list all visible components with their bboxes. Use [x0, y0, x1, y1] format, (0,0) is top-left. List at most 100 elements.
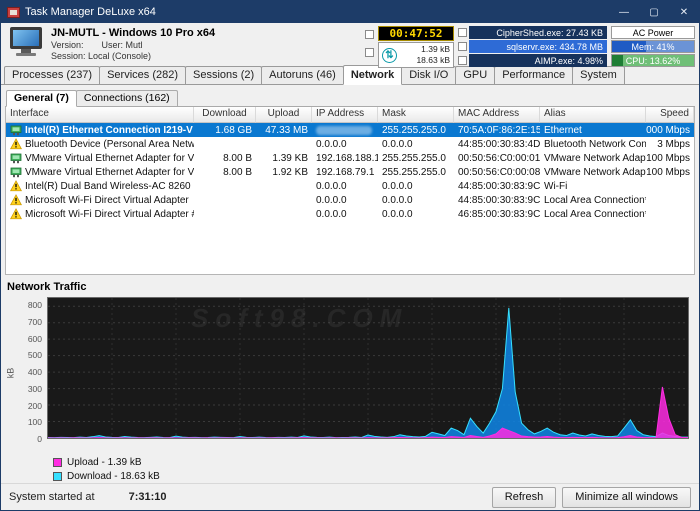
tab-system[interactable]: System	[572, 66, 625, 84]
column-header-alias[interactable]: Alias	[540, 107, 646, 123]
sub-tab-bar: General (7) Connections (162)	[5, 88, 695, 107]
tab-network[interactable]: Network	[342, 65, 403, 85]
user-label: User: Mutl	[101, 40, 143, 50]
tab-disk-i-o[interactable]: Disk I/O	[401, 66, 457, 84]
tab-autoruns-46[interactable]: Autoruns (46)	[261, 66, 344, 84]
cell-mac-address: 44:85:00:30:83:9C	[458, 194, 540, 206]
network-speed-widget: ⇅ 1.39 kB 18.63 kB	[378, 42, 454, 68]
chart-plot-area	[47, 297, 689, 439]
cell-mac-address: 46:85:00:30:83:9C	[458, 208, 540, 220]
cell-upload	[256, 207, 312, 221]
system-info: JN-MUTL - Windows 10 Pro x64 Version: Use…	[51, 26, 215, 64]
cell-ip-address: 0.0.0.0	[316, 180, 347, 192]
power-status: AC Power	[611, 26, 695, 39]
cell-mac-address: 44:85:00:30:83:9C	[458, 180, 540, 192]
column-header-interface[interactable]: Interface	[6, 107, 194, 123]
y-axis-ticks: 0 100 200 300 400 500 600 700 800	[15, 297, 45, 444]
cell-mask: 255.255.255.0	[382, 124, 446, 136]
table-row[interactable]: VMware Virtual Ethernet Adapter for VMne…	[6, 151, 694, 165]
cell-alias: VMware Network Adapte...	[544, 152, 646, 164]
table-row[interactable]: Bluetooth Device (Personal Area Network)…	[6, 137, 694, 151]
cell-download	[194, 207, 256, 221]
column-header-speed[interactable]: Speed	[646, 107, 694, 123]
cell-ip-address	[312, 123, 378, 137]
cell-alias: VMware Network Adapte...	[544, 166, 646, 178]
top-cpu-checkbox[interactable]	[458, 56, 467, 65]
cell-mac-address: 00:50:56:C0:00:01	[458, 152, 540, 164]
top-disk-process: CipherShed.exe: 27.43 KB	[469, 26, 607, 39]
column-header-mask[interactable]: Mask	[378, 107, 454, 123]
uptime-timer: 00:47:52	[378, 26, 454, 41]
cell-download: 1.68 GB	[215, 124, 252, 136]
top-mem-checkbox[interactable]	[458, 42, 467, 51]
cell-ip-address: 0.0.0.0	[316, 194, 347, 206]
y-tick-label: 700	[27, 317, 42, 328]
cell-ip-address: 0.0.0.0	[316, 208, 347, 220]
minimize-button[interactable]: —	[609, 1, 639, 23]
tab-sessions-2[interactable]: Sessions (2)	[185, 66, 263, 84]
table-row[interactable]: VMware Virtual Ethernet Adapter for VMne…	[6, 165, 694, 179]
column-header-mac-address[interactable]: MAC Address	[454, 107, 540, 123]
cell-interface: VMware Virtual Ethernet Adapter for VMne…	[6, 165, 194, 179]
app-icon	[7, 6, 20, 18]
cell-upload	[256, 193, 312, 207]
y-tick-label: 200	[27, 400, 42, 411]
network-adapter-icon	[10, 152, 22, 164]
app-window: Task Manager DeLuxe x64 — ▢ ✕ JN-MUTL - …	[0, 0, 700, 511]
y-tick-label: 0	[37, 434, 42, 444]
table-row[interactable]: Microsoft Wi-Fi Direct Virtual Adapter #…	[6, 207, 694, 221]
cell-upload	[256, 179, 312, 193]
subtab-connections-162[interactable]: Connections (162)	[75, 90, 178, 106]
globe-arrows-icon: ⇅	[382, 47, 397, 63]
column-header-upload[interactable]: Upload	[256, 107, 312, 123]
warning-icon	[10, 138, 22, 150]
tab-gpu[interactable]: GPU	[455, 66, 496, 84]
y-tick-label: 400	[27, 367, 42, 378]
close-button[interactable]: ✕	[669, 1, 699, 23]
y-axis-label: kB	[5, 367, 16, 379]
cell-ip-address: 192.168.188.1	[316, 152, 378, 164]
top-cpu-process: AIMP.exe: 4.98%	[469, 54, 607, 67]
cell-mask: 0.0.0.0	[382, 138, 413, 150]
cell-download: 8.00 B	[223, 152, 252, 164]
uptime-checkbox[interactable]	[365, 30, 374, 39]
status-bar: System started at 7:31:10 Refresh Minimi…	[1, 483, 699, 510]
net-upload-value: 1.39 kB	[421, 44, 450, 54]
cell-speed: 100 Mbps	[646, 166, 690, 178]
tab-processes-237[interactable]: Processes (237)	[4, 66, 101, 84]
warning-icon	[10, 194, 22, 206]
traffic-section-title: Network Traffic	[7, 281, 87, 293]
table-row[interactable]: Microsoft Wi-Fi Direct Virtual Adapter 0.…	[6, 193, 694, 207]
subtab-general-7[interactable]: General (7)	[6, 90, 77, 107]
top-disk-checkbox[interactable]	[458, 28, 467, 37]
maximize-button[interactable]: ▢	[639, 1, 669, 23]
cell-speed: 100 Mbps	[646, 152, 690, 164]
warning-icon	[10, 180, 22, 192]
cell-alias: Bluetooth Network Conn...	[544, 138, 646, 150]
table-row[interactable]: Intel(R) Dual Band Wireless-AC 8260 0.0.0…	[6, 179, 694, 193]
table-row[interactable]: Intel(R) Ethernet Connection I219-V 1.68 …	[6, 123, 694, 137]
column-header-ip-address[interactable]: IP Address	[312, 107, 378, 123]
minimize-all-windows-button[interactable]: Minimize all windows	[562, 486, 691, 508]
network-adapter-icon	[10, 166, 22, 178]
cell-mask: 0.0.0.0	[382, 180, 413, 192]
cell-interface: Microsoft Wi-Fi Direct Virtual Adapter	[6, 193, 194, 207]
cell-mask: 255.255.255.0	[382, 152, 446, 164]
cell-alias: Local Area Connection* 10	[544, 208, 646, 220]
cell-interface: Intel(R) Ethernet Connection I219-V	[6, 123, 194, 137]
refresh-button[interactable]: Refresh	[491, 486, 557, 508]
column-header-download[interactable]: Download	[194, 107, 256, 123]
tab-services-282[interactable]: Services (282)	[99, 66, 187, 84]
top-memory-process: sqlservr.exe: 434.78 MB	[469, 40, 607, 53]
legend-swatch	[53, 471, 62, 481]
system-started-label: System started at	[9, 491, 95, 503]
network-checkbox[interactable]	[365, 48, 374, 57]
cell-upload: 1.39 KB	[272, 152, 308, 164]
list-header: Interface Download Upload IP Address Mask MAC…	[6, 107, 694, 123]
tab-performance[interactable]: Performance	[494, 66, 574, 84]
cell-interface: Intel(R) Dual Band Wireless-AC 8260	[6, 179, 194, 193]
cpu-usage-bar: CPU: 13.62%	[611, 54, 695, 67]
cell-mac-address: 00:50:56:C0:00:08	[458, 166, 540, 178]
y-tick-label: 800	[27, 300, 42, 311]
y-tick-label: 600	[27, 333, 42, 344]
